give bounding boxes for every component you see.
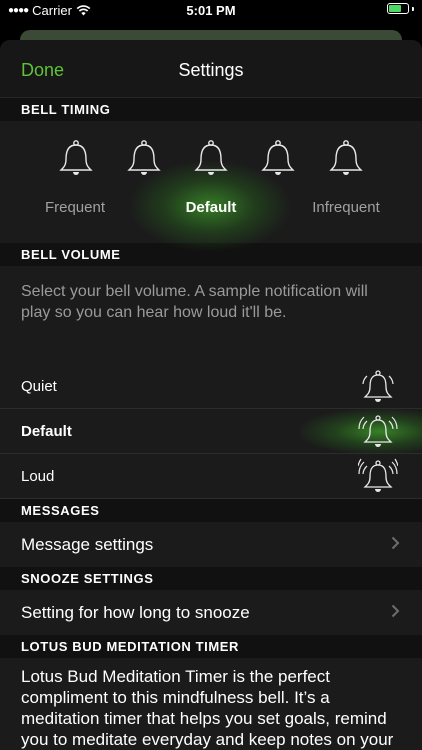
lotus-bud-description: Lotus Bud Meditation Timer is the perfec… <box>21 667 394 749</box>
bell-icon[interactable] <box>193 139 229 179</box>
volume-option-default[interactable]: Default <box>0 409 422 454</box>
message-settings-label: Message settings <box>21 535 154 554</box>
bell-timing-selector: Frequent Default Infrequent <box>0 121 422 251</box>
chevron-right-icon <box>391 536 400 550</box>
bell-icon[interactable] <box>260 139 296 179</box>
status-right <box>387 3 414 14</box>
settings-sheet: Done Settings BELL TIMING Frequent Defau… <box>0 40 422 750</box>
volume-option-quiet[interactable]: Quiet <box>0 364 422 409</box>
message-settings-row[interactable]: Message settings <box>0 522 422 567</box>
page-title: Settings <box>178 60 244 80</box>
bell-icon[interactable] <box>58 139 94 179</box>
chevron-right-icon <box>391 604 400 618</box>
snooze-settings-label: Setting for how long to snooze <box>21 603 250 622</box>
timing-label-infrequent[interactable]: Infrequent <box>286 199 406 216</box>
volume-option-label: Quiet <box>21 378 57 395</box>
timing-label-frequent[interactable]: Frequent <box>15 199 135 216</box>
bell-icon[interactable] <box>328 139 364 179</box>
bell-quiet-icon <box>362 370 394 402</box>
volume-option-loud[interactable]: Loud <box>0 454 422 499</box>
bell-default-icon <box>358 415 398 447</box>
status-bar: ●●●● Carrier 5:01 PM <box>0 0 422 22</box>
volume-option-label: Default <box>21 423 72 440</box>
bell-loud-icon <box>358 458 398 492</box>
volume-option-label: Loud <box>21 468 55 485</box>
timing-label-default[interactable]: Default <box>151 199 271 216</box>
section-header-bell-timing: BELL TIMING <box>0 98 422 121</box>
battery-icon <box>387 3 409 14</box>
bell-icon[interactable] <box>126 139 162 179</box>
section-header-lotus-bud: LOTUS BUD MEDITATION TIMER <box>0 635 422 658</box>
section-header-snooze: SNOOZE SETTINGS <box>0 567 422 590</box>
section-header-messages: MESSAGES <box>0 499 422 522</box>
navigation-bar: Done Settings <box>0 40 422 98</box>
volume-description: Select your bell volume. A sample notifi… <box>0 266 422 364</box>
status-time: 5:01 PM <box>186 3 236 18</box>
battery-cap <box>412 6 414 11</box>
snooze-settings-row[interactable]: Setting for how long to snooze <box>0 590 422 635</box>
